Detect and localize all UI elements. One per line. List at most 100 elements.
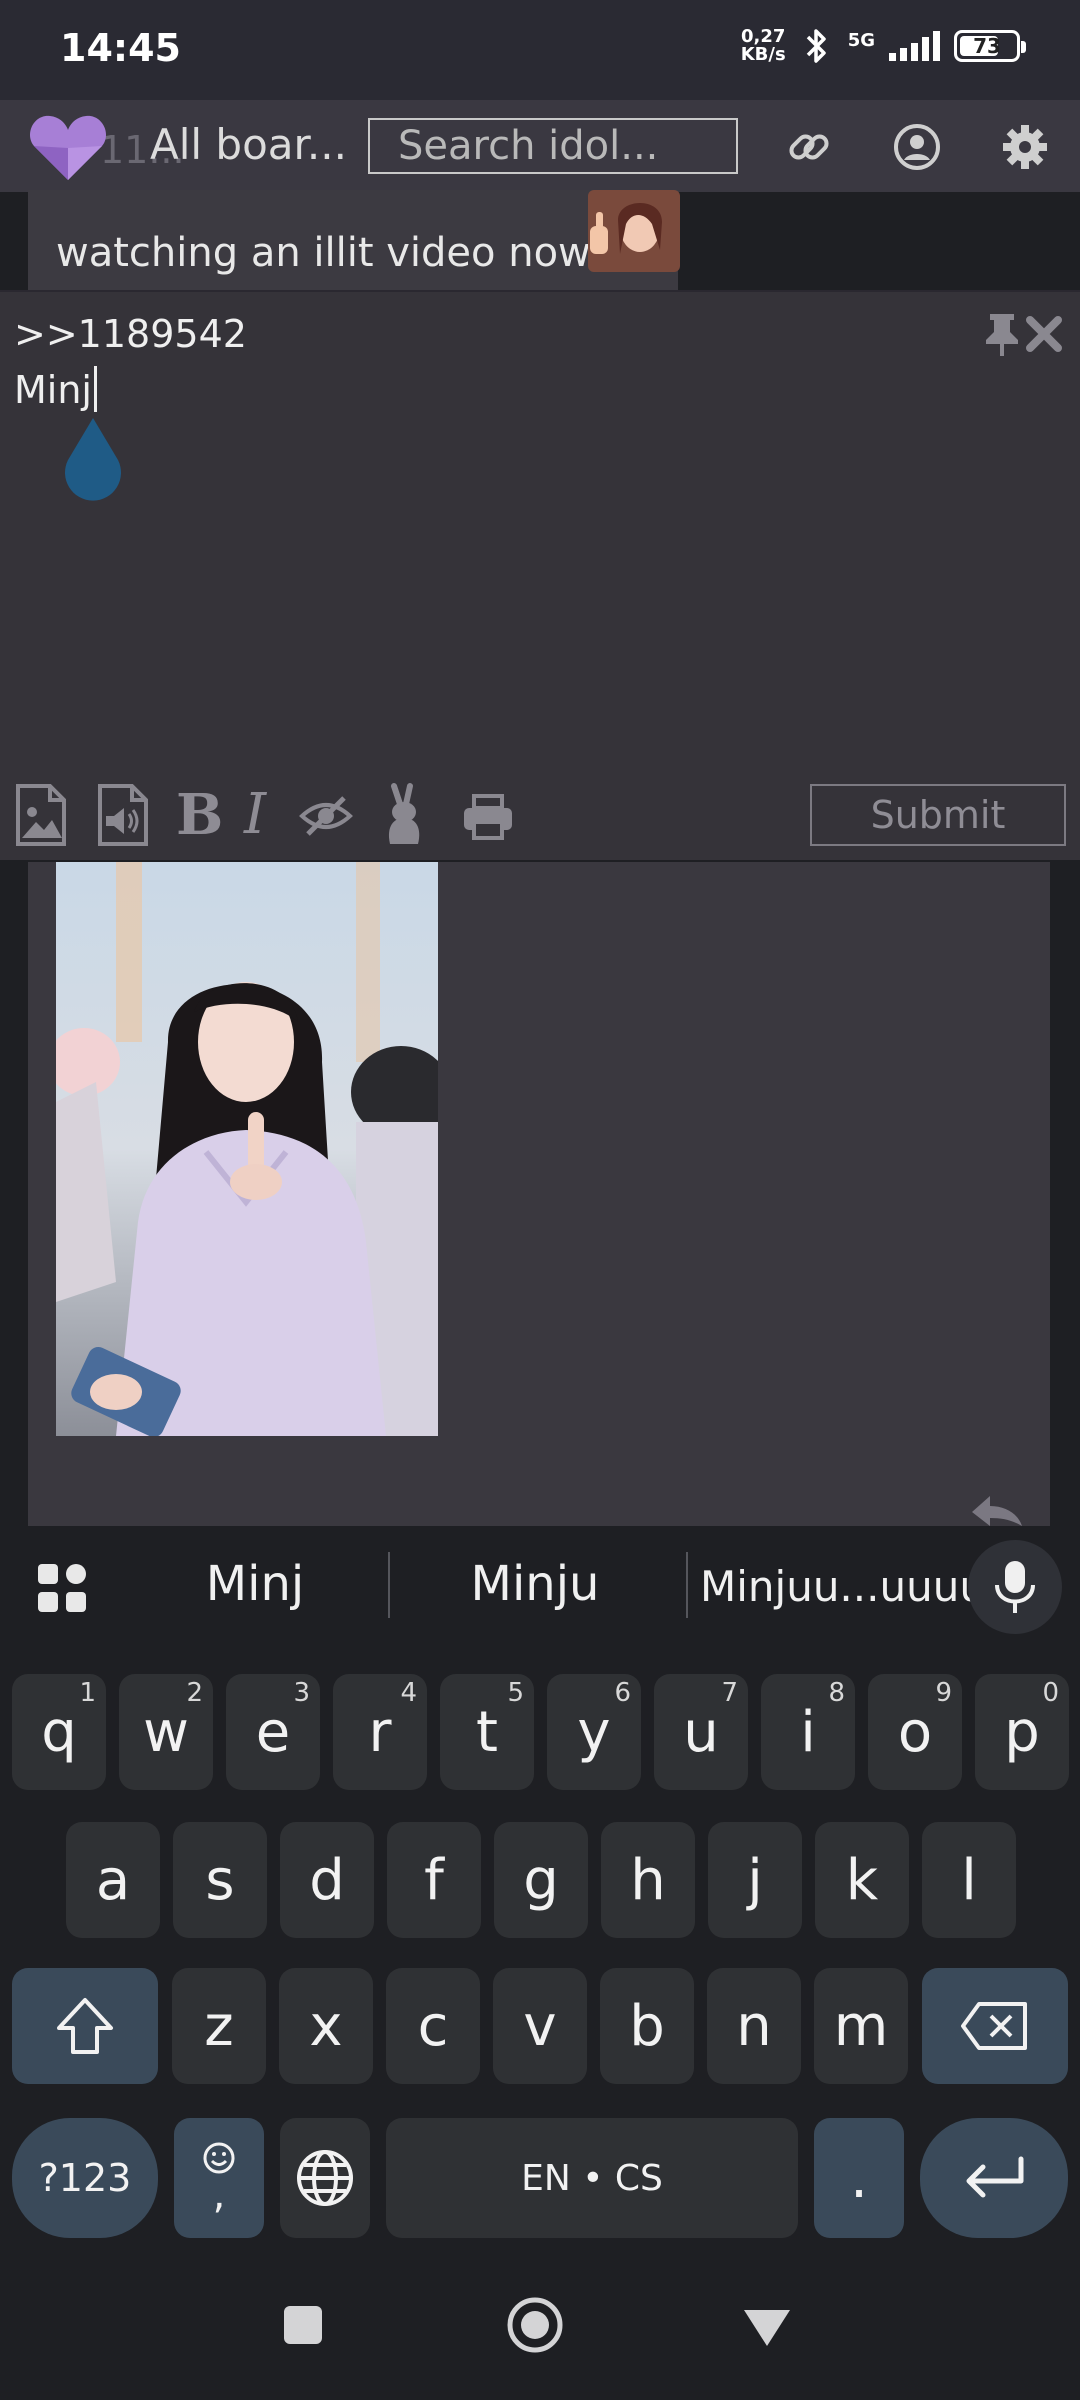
- post-text: watching an illit video now: [56, 230, 591, 276]
- settings-gear-icon[interactable]: [1000, 122, 1050, 172]
- globe-icon: [297, 2150, 353, 2206]
- reply-arrow-icon[interactable]: [966, 1490, 1026, 1526]
- key-a[interactable]: a: [66, 1822, 160, 1938]
- key-label: w: [143, 1699, 189, 1765]
- key-s[interactable]: s: [173, 1822, 267, 1938]
- status-bar: 14:45 0,27 KB/s 5G 73: [0, 0, 1080, 100]
- key-hint: 2: [186, 1678, 203, 1708]
- key-f[interactable]: f: [387, 1822, 481, 1938]
- key-w[interactable]: w2: [119, 1674, 213, 1790]
- suggestion-2[interactable]: Minju: [420, 1556, 650, 1612]
- key-e[interactable]: e3: [226, 1674, 320, 1790]
- back-triangle-icon[interactable]: [742, 2306, 792, 2348]
- apps-grid-icon[interactable]: [34, 1560, 90, 1616]
- network-speed-unit: KB/s: [740, 44, 786, 65]
- shift-arrow-icon: [57, 1998, 113, 2054]
- signal-icon: [889, 31, 940, 61]
- recents-square-icon[interactable]: [282, 2304, 324, 2346]
- key-hint: 8: [828, 1678, 845, 1708]
- spoiler-eye-slash-icon[interactable]: [298, 782, 354, 848]
- key-label: r: [368, 1699, 392, 1765]
- key-c[interactable]: c: [386, 1968, 480, 2084]
- microphone-icon: [995, 1561, 1035, 1613]
- key-hint: 3: [293, 1678, 310, 1708]
- key-i[interactable]: i8: [761, 1674, 855, 1790]
- key-p[interactable]: p0: [975, 1674, 1069, 1790]
- period-key[interactable]: .: [814, 2118, 904, 2238]
- key-v[interactable]: v: [493, 1968, 587, 2084]
- audio-upload-icon[interactable]: [96, 782, 150, 848]
- suggestion-3[interactable]: Minjuu...uuuu: [700, 1562, 986, 1611]
- key-hint: 1: [79, 1678, 96, 1708]
- network-speed: 0,27 KB/s: [741, 28, 786, 64]
- search-input[interactable]: [368, 118, 738, 174]
- key-hint: 7: [721, 1678, 738, 1708]
- key-h[interactable]: h: [601, 1822, 695, 1938]
- idol-emote-image: [588, 190, 680, 272]
- language-key[interactable]: [280, 2118, 370, 2238]
- cursor-handle-icon[interactable]: [60, 412, 126, 504]
- suggestion-divider: [686, 1552, 688, 1618]
- reply-textarea[interactable]: Minj: [14, 368, 92, 412]
- key-o[interactable]: o9: [868, 1674, 962, 1790]
- home-circle-icon[interactable]: [506, 2296, 564, 2354]
- boards-selector[interactable]: All boar...: [150, 120, 347, 169]
- soft-keyboard: Minj Minju Minjuu...uuuu ?123 , EN • CS …: [0, 1526, 1080, 2260]
- key-r[interactable]: r4: [333, 1674, 427, 1790]
- reply-composer: >>1189542 Minj B I Submit: [0, 290, 1080, 860]
- bold-icon[interactable]: B: [176, 782, 223, 848]
- key-hint: 9: [935, 1678, 952, 1708]
- backspace-icon: [961, 2002, 1027, 2050]
- link-icon[interactable]: [784, 122, 834, 172]
- key-x[interactable]: x: [279, 1968, 373, 2084]
- suggestion-divider: [388, 1552, 390, 1618]
- battery-icon: 73: [954, 30, 1026, 62]
- key-t[interactable]: t5: [440, 1674, 534, 1790]
- heart-logo-icon[interactable]: [28, 108, 108, 186]
- key-l[interactable]: l: [922, 1822, 1016, 1938]
- key-b[interactable]: b: [600, 1968, 694, 2084]
- emoji-icon: [203, 2142, 235, 2174]
- close-icon[interactable]: [1022, 312, 1066, 356]
- symbols-key[interactable]: ?123: [12, 2118, 158, 2238]
- status-icons: 0,27 KB/s 5G 73: [741, 26, 1026, 66]
- key-u[interactable]: u7: [654, 1674, 748, 1790]
- backspace-key[interactable]: [922, 1968, 1068, 2084]
- emoji-key[interactable]: ,: [174, 2118, 264, 2238]
- post-preview: watching an illit video now: [28, 190, 680, 290]
- key-z[interactable]: z: [172, 1968, 266, 2084]
- key-label: y: [577, 1699, 611, 1765]
- key-label: o: [897, 1699, 933, 1765]
- image-post: [28, 862, 1050, 1526]
- pin-icon[interactable]: [982, 310, 1022, 358]
- voice-input-button[interactable]: [968, 1540, 1062, 1634]
- key-k[interactable]: k: [815, 1822, 909, 1938]
- comma-label: ,: [212, 2172, 226, 2218]
- key-y[interactable]: y6: [547, 1674, 641, 1790]
- key-label: p: [1004, 1699, 1040, 1765]
- key-q[interactable]: q1: [12, 1674, 106, 1790]
- key-n[interactable]: n: [707, 1968, 801, 2084]
- shift-key[interactable]: [12, 1968, 158, 2084]
- key-d[interactable]: d: [280, 1822, 374, 1938]
- enter-key[interactable]: [920, 2118, 1068, 2238]
- key-j[interactable]: j: [708, 1822, 802, 1938]
- suggestion-1[interactable]: Minj: [150, 1556, 360, 1612]
- key-hint: 0: [1042, 1678, 1059, 1708]
- account-icon[interactable]: [892, 122, 942, 172]
- clock: 14:45: [60, 26, 181, 70]
- key-m[interactable]: m: [814, 1968, 908, 2084]
- sticker-bunny-icon[interactable]: [376, 782, 432, 848]
- reply-reference[interactable]: >>1189542: [14, 312, 247, 356]
- text-cursor: [94, 366, 97, 412]
- system-navigation-bar: [0, 2260, 1080, 2400]
- post-image[interactable]: [56, 862, 438, 1436]
- bluetooth-icon: [806, 29, 826, 63]
- space-key[interactable]: EN • CS: [386, 2118, 798, 2238]
- italic-icon[interactable]: I: [244, 782, 266, 847]
- print-icon[interactable]: [460, 782, 516, 848]
- key-g[interactable]: g: [494, 1822, 588, 1938]
- image-upload-icon[interactable]: [14, 782, 68, 848]
- suggestion-bar: Minj Minju Minjuu...uuuu: [0, 1526, 1080, 1646]
- submit-button[interactable]: Submit: [810, 784, 1066, 846]
